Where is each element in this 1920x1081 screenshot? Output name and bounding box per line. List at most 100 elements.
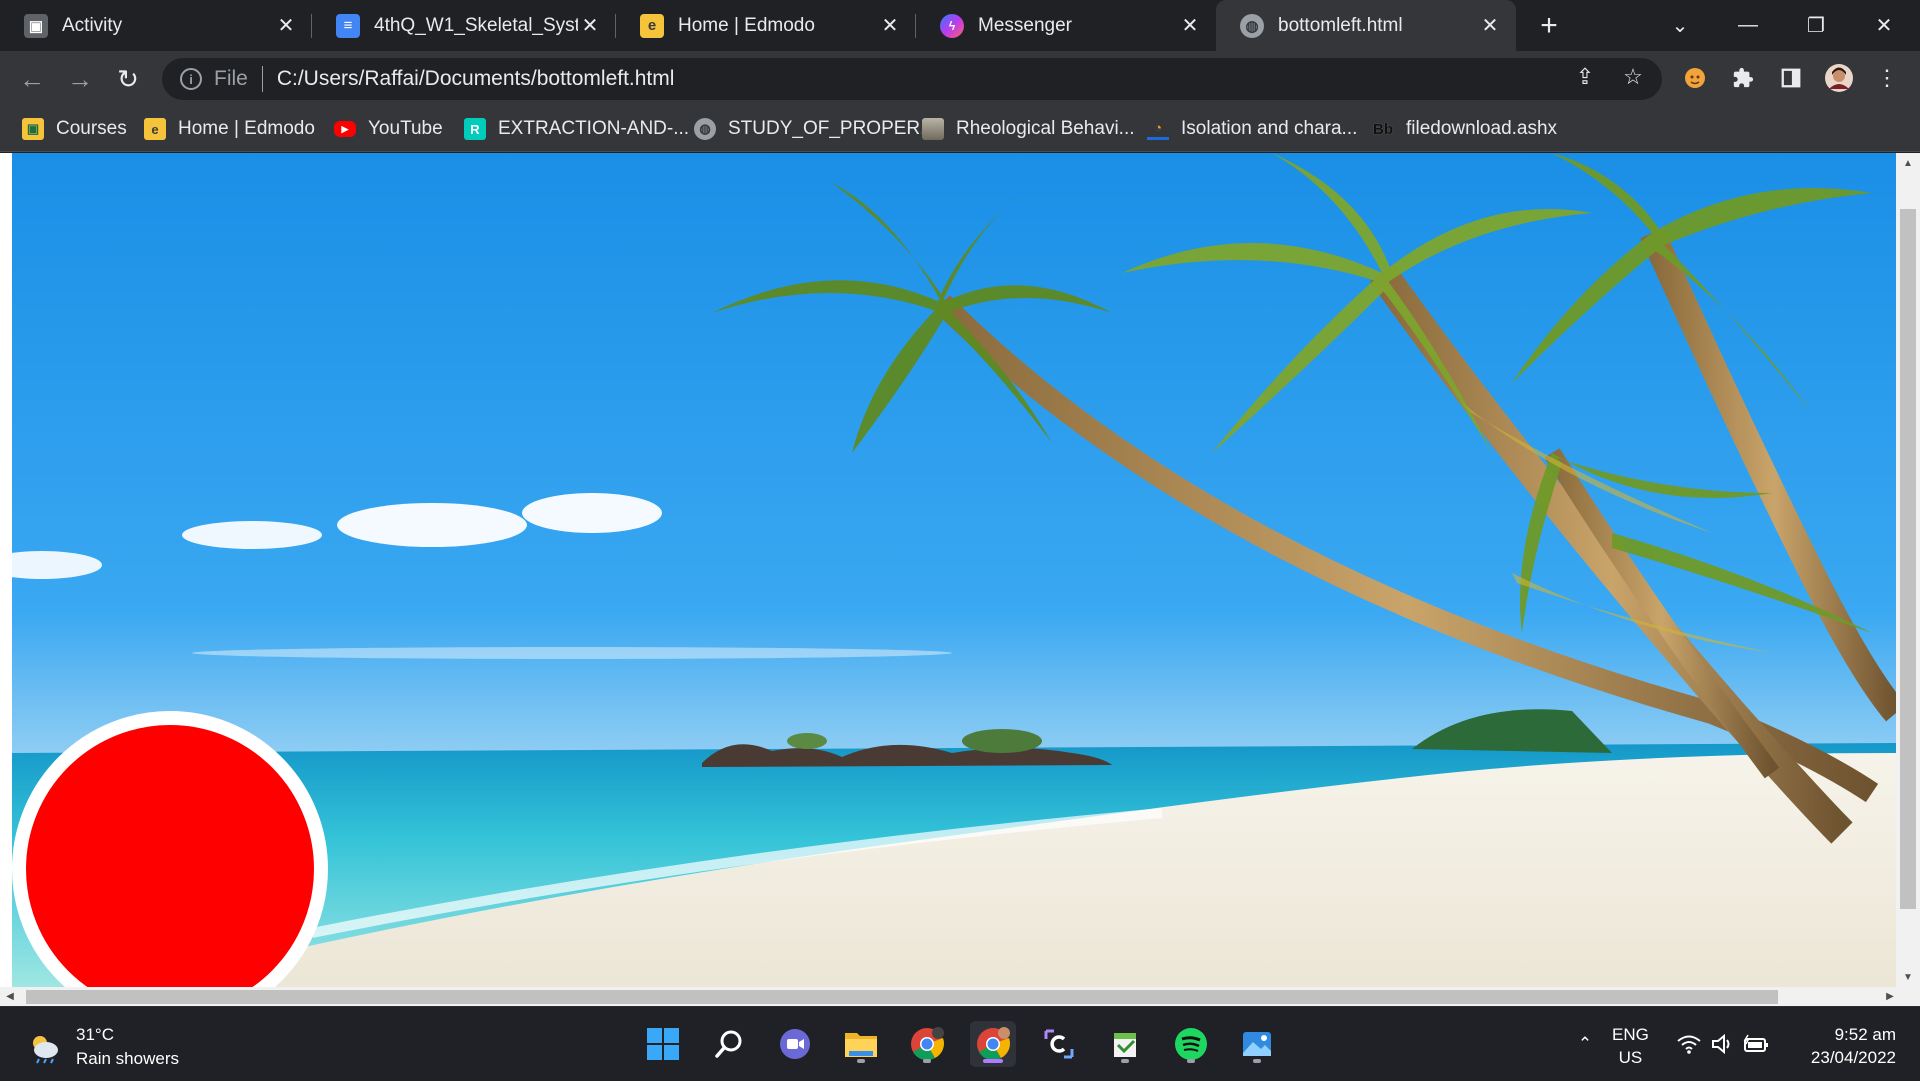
search-icon xyxy=(715,1030,742,1058)
close-window-button[interactable]: ✕ xyxy=(1850,0,1918,51)
chrome-profile-2-button[interactable] xyxy=(970,1021,1016,1067)
minimize-button[interactable]: — xyxy=(1714,0,1782,51)
red-circle[interactable] xyxy=(12,711,328,1006)
tab-skeletal-system[interactable]: ≡ 4thQ_W1_Skeletal_System ✕ xyxy=(312,0,616,51)
running-indicator xyxy=(1121,1059,1129,1063)
side-panel-icon[interactable] xyxy=(1776,63,1806,93)
tab-bottomleft[interactable]: ◍ bottomleft.html ✕ xyxy=(1216,0,1516,51)
share-icon[interactable]: ⇪ xyxy=(1572,64,1598,90)
search-button[interactable] xyxy=(706,1021,752,1067)
extensions-puzzle-icon[interactable] xyxy=(1728,63,1758,93)
rain-cloud-icon xyxy=(33,1036,58,1064)
close-tab-icon[interactable]: ✕ xyxy=(878,14,902,38)
tab-search-chevron-icon[interactable]: ⌄ xyxy=(1646,0,1714,51)
bookmark-rheological[interactable]: Rheological Behavi... xyxy=(922,106,1135,152)
chrome-icon xyxy=(977,1027,1011,1061)
tab-activity[interactable]: ▣ Activity ✕ xyxy=(0,0,312,51)
scroll-down-arrow-icon[interactable]: ▼ xyxy=(1896,967,1920,987)
horizontal-scrollbar[interactable]: ◀ ▶ xyxy=(0,987,1920,1006)
bookmark-study[interactable]: ◍ STUDY_OF_PROPER... xyxy=(694,106,936,152)
bookmark-label: Home | Edmodo xyxy=(178,118,315,139)
folder-icon xyxy=(845,1033,877,1057)
vertical-scrollbar[interactable]: ▲ ▼ xyxy=(1896,153,1920,987)
back-button[interactable]: ← xyxy=(14,61,50,97)
show-hidden-icons-chevron-icon[interactable]: ⌃ xyxy=(1572,1007,1598,1081)
input-language-indicator[interactable]: ENG US xyxy=(1612,1023,1649,1069)
bookmark-label: YouTube xyxy=(368,118,443,139)
close-tab-icon[interactable]: ✕ xyxy=(274,14,298,38)
chrome-icon xyxy=(911,1027,945,1061)
edmodo-icon: e xyxy=(640,13,664,38)
url-scheme: File xyxy=(214,67,248,90)
start-button[interactable] xyxy=(640,1021,686,1067)
running-indicator xyxy=(1187,1059,1195,1063)
windows-taskbar: 31°C Rain showers ⌃ ENG US 9:52 am 23/04… xyxy=(0,1006,1920,1080)
tab-title: Activity xyxy=(62,14,123,36)
file-explorer-button[interactable] xyxy=(838,1021,884,1067)
bookmark-label: Courses xyxy=(56,118,127,139)
tab-title: bottomleft.html xyxy=(1278,14,1403,36)
clock[interactable]: 9:52 am 23/04/2022 xyxy=(1811,1023,1896,1069)
restore-button[interactable]: ❐ xyxy=(1782,0,1850,51)
journal-icon: ◔ xyxy=(1147,118,1169,140)
running-indicator xyxy=(857,1059,865,1063)
tab-title: 4thQ_W1_Skeletal_System xyxy=(374,14,578,36)
clipchamp-icon xyxy=(1044,1029,1074,1059)
bookmarks-bar: ▣ Courses e Home | Edmodo ▶ YouTube R EX… xyxy=(0,106,1920,152)
extension-avatar-icon[interactable] xyxy=(1680,63,1710,93)
bookmark-edmodo[interactable]: e Home | Edmodo xyxy=(144,106,315,152)
blackboard-icon: Bb xyxy=(1373,120,1393,138)
scroll-up-arrow-icon[interactable]: ▲ xyxy=(1896,153,1920,173)
site-info-icon[interactable]: i xyxy=(180,68,202,90)
clipchamp-button[interactable] xyxy=(1036,1021,1082,1067)
bookmark-filedownload[interactable]: Bb filedownload.ashx xyxy=(1372,106,1557,152)
input-language: ENG xyxy=(1612,1025,1649,1044)
bookmark-label: EXTRACTION-AND-... xyxy=(498,118,690,139)
url-text[interactable]: C:/Users/Raffai/Documents/bottomleft.htm… xyxy=(277,67,675,91)
teams-chat-icon xyxy=(780,1029,810,1059)
scroll-right-arrow-icon[interactable]: ▶ xyxy=(1880,987,1900,1006)
active-window-indicator xyxy=(983,1059,1003,1063)
bookmark-courses[interactable]: ▣ Courses xyxy=(22,106,127,152)
bookmark-label: filedownload.ashx xyxy=(1406,118,1558,139)
bookmark-youtube[interactable]: ▶ YouTube xyxy=(334,106,443,152)
docs-icon: ≡ xyxy=(336,13,360,38)
bookmark-label: Isolation and chara... xyxy=(1181,118,1358,139)
notes-app-button[interactable] xyxy=(1102,1021,1148,1067)
close-tab-icon[interactable]: ✕ xyxy=(578,14,602,38)
globe-icon: ◍ xyxy=(694,118,716,140)
bookmark-isolation[interactable]: ◔ Isolation and chara... xyxy=(1147,106,1357,152)
chrome-profile-1-button[interactable] xyxy=(904,1021,950,1067)
vertical-scroll-thumb[interactable] xyxy=(1900,209,1916,909)
tab-strip: ▣ Activity ✕ ≡ 4thQ_W1_Skeletal_System ✕… xyxy=(0,0,1920,51)
tab-messenger[interactable]: ϟ Messenger ✕ xyxy=(916,0,1216,51)
photos-button[interactable] xyxy=(1234,1021,1280,1067)
battery-charging-icon xyxy=(1743,1034,1768,1052)
address-bar[interactable]: i File C:/Users/Raffai/Documents/bottoml… xyxy=(162,58,1662,100)
weather-widget[interactable]: 31°C Rain showers xyxy=(26,1023,179,1071)
menu-kebab-icon[interactable]: ⋮ xyxy=(1872,63,1902,93)
document-thumb-icon xyxy=(922,118,944,140)
classroom-icon: ▣ xyxy=(24,13,48,38)
new-tab-button[interactable]: + xyxy=(1532,9,1566,43)
close-tab-icon[interactable]: ✕ xyxy=(1478,14,1502,38)
bookmark-star-icon[interactable]: ☆ xyxy=(1620,64,1646,90)
close-tab-icon[interactable]: ✕ xyxy=(1178,14,1202,38)
windows-logo-icon xyxy=(647,1028,679,1060)
clock-time: 9:52 am xyxy=(1834,1025,1896,1044)
system-tray-status[interactable] xyxy=(1676,1007,1770,1081)
profile-avatar[interactable] xyxy=(1824,63,1854,93)
input-region: US xyxy=(1618,1048,1643,1067)
running-indicator xyxy=(923,1059,931,1063)
weather-temperature: 31°C xyxy=(76,1025,114,1044)
weather-condition: Rain showers xyxy=(76,1049,179,1068)
teams-chat-button[interactable] xyxy=(772,1021,818,1067)
reload-button[interactable]: ↻ xyxy=(110,61,146,97)
forward-button[interactable]: → xyxy=(62,61,98,97)
volume-icon xyxy=(1712,1033,1730,1055)
bookmark-extraction[interactable]: R EXTRACTION-AND-... xyxy=(464,106,689,152)
tab-edmodo[interactable]: e Home | Edmodo ✕ xyxy=(616,0,916,51)
scroll-left-arrow-icon[interactable]: ◀ xyxy=(0,987,20,1006)
spotify-button[interactable] xyxy=(1168,1021,1214,1067)
horizontal-scroll-thumb[interactable] xyxy=(26,990,1778,1004)
